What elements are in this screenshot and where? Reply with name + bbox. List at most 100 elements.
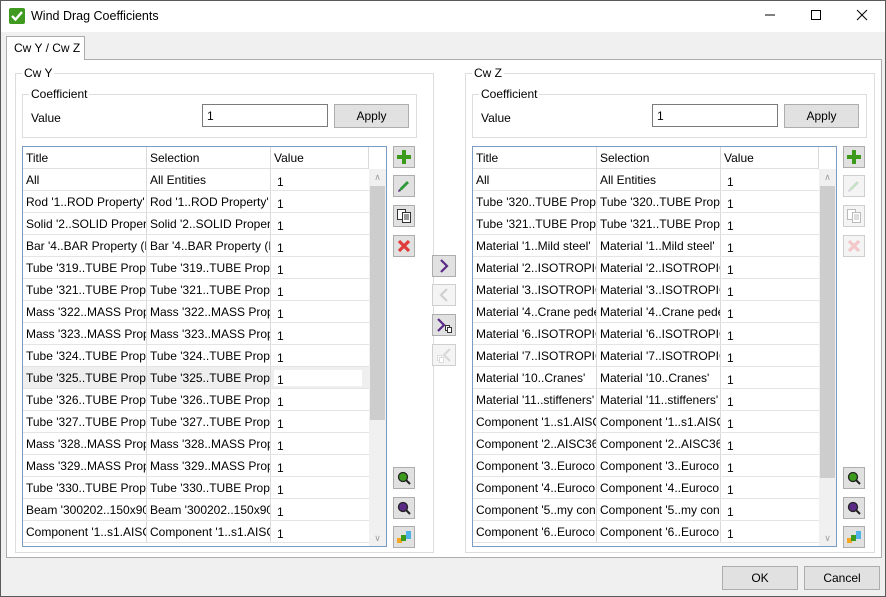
left-apply-button[interactable]: Apply [334,104,409,128]
table-row[interactable]: Rod '1..ROD Property' Rod '1..ROD Propert… [23,191,369,213]
cell-value[interactable]: 1 [721,345,819,366]
table-row[interactable]: Material '6..ISOTROPIC Material '6..ISOTR… [473,323,819,345]
cell-title[interactable]: Material '4..Crane pede [473,301,597,322]
column-header-selection[interactable]: Selection [597,147,721,169]
cell-value[interactable]: 1 [271,279,369,300]
cell-value[interactable]: 1 [721,301,819,322]
cell-value[interactable]: 1 [721,257,819,278]
cell-selection[interactable]: Material '1..Mild steel' [597,235,721,256]
cell-value[interactable]: 1 [271,477,369,498]
cell-value[interactable]: 1 [271,301,369,322]
cell-selection[interactable]: Material '6..ISOTROPIC [597,323,721,344]
table-row[interactable]: Tube '324..TUBE Prope Tube '324..TUBE Pro… [23,345,369,367]
chevron-up-icon[interactable]: ∧ [369,169,386,186]
table-row[interactable]: Mass '329..MASS Prope Mass '329..MASS Pro… [23,455,369,477]
cell-title[interactable]: Tube '330..TUBE Prope [23,477,147,498]
cell-selection[interactable]: Component '3..Euroco [597,455,721,476]
cell-title[interactable]: Rod '1..ROD Property' [23,191,147,212]
cell-title[interactable]: Mass '322..MASS Prope [23,301,147,322]
cell-selection[interactable]: Beam '300202..150x90 [147,499,271,520]
cell-title[interactable]: Tube '324..TUBE Prope [23,345,147,366]
table-row[interactable]: Material '10..Cranes' Material '10..Crane… [473,367,819,389]
minimize-button[interactable] [747,1,793,32]
cell-title[interactable]: Material '3..ISOTROPIC [473,279,597,300]
table-row[interactable]: Component '6..Euroco Component '6..Euroco… [473,521,819,543]
cell-value[interactable]: 1 [721,367,819,388]
right-apply-button[interactable]: Apply [784,104,859,128]
cell-value[interactable]: 1 [271,257,369,278]
table-row[interactable]: Tube '326..TUBE Prope Tube '326..TUBE Pro… [23,389,369,411]
table-row[interactable]: Material '1..Mild steel' Material '1..Mil… [473,235,819,257]
cancel-button[interactable]: Cancel [804,566,880,590]
add-button[interactable] [843,146,865,168]
cell-selection[interactable]: All Entities [597,169,721,190]
zoom-select-button[interactable] [393,467,415,489]
entities-button[interactable] [393,526,415,548]
cell-value[interactable]: 1 [271,521,369,542]
cell-selection[interactable]: Tube '319..TUBE Prope [147,257,271,278]
cell-value[interactable]: 1 [721,213,819,234]
cell-title[interactable]: Component '6..Euroco [473,521,597,542]
cell-selection[interactable]: Tube '330..TUBE Prope [147,477,271,498]
cell-title[interactable]: Mass '329..MASS Prope [23,455,147,476]
table-row[interactable]: Component '5..my con Component '5..my con… [473,499,819,521]
cell-selection[interactable]: Tube '325..TUBE Prope [147,367,271,388]
cell-title[interactable]: Material '1..Mild steel' [473,235,597,256]
cell-title[interactable]: Solid '2..SOLID Propert [23,213,147,234]
cell-title[interactable]: Beam '300202..150x90 [23,499,147,520]
cell-value[interactable]: 1 [271,235,369,256]
cell-selection[interactable]: Tube '324..TUBE Prope [147,345,271,366]
move-left-button[interactable] [432,284,456,306]
cell-selection[interactable]: Tube '326..TUBE Prope [147,389,271,410]
cell-title[interactable]: Mass '328..MASS Prope [23,433,147,454]
table-row[interactable]: All All Entities 1 [473,169,819,191]
delete-button[interactable] [843,235,865,257]
cell-title[interactable]: Tube '325..TUBE Prope [23,367,147,388]
table-row[interactable]: Tube '327..TUBE Prope Tube '327..TUBE Pro… [23,411,369,433]
column-header-title[interactable]: Title [473,147,597,169]
cell-title[interactable]: Mass '323..MASS Prope [23,323,147,344]
cell-selection[interactable]: Material '7..ISOTROPIC [597,345,721,366]
cell-selection[interactable]: Mass '323..MASS Prope [147,323,271,344]
table-row[interactable]: Tube '321..TUBE Prope Tube '321..TUBE Pro… [23,279,369,301]
cell-title[interactable]: Component '3..Euroco [473,455,597,476]
right-scroll-thumb[interactable] [820,186,835,478]
table-row[interactable]: Component '3..Euroco Component '3..Euroco… [473,455,819,477]
cell-selection[interactable]: Tube '321..TUBE Prope [147,279,271,300]
edit-button[interactable] [393,175,415,197]
cell-value[interactable]: 1 [721,499,819,520]
cell-selection[interactable]: Component '6..Euroco [597,521,721,542]
add-button[interactable] [393,146,415,168]
zoom-highlight-button[interactable] [843,497,865,519]
table-row[interactable]: Tube '330..TUBE Prope Tube '330..TUBE Pro… [23,477,369,499]
cell-title[interactable]: Component '1..s1.AISC [23,521,147,542]
cell-title[interactable]: Tube '321..TUBE Prope [23,279,147,300]
ok-button[interactable]: OK [722,566,798,590]
cell-selection[interactable]: Component '1..s1.AISC [147,521,271,542]
table-row[interactable]: Material '11..stiffeners' Material '11..s… [473,389,819,411]
cell-title[interactable]: Component '5..my con [473,499,597,520]
cell-selection[interactable]: Tube '327..TUBE Prope [147,411,271,432]
chevron-down-icon[interactable]: ∨ [819,530,836,546]
cell-title[interactable]: Tube '327..TUBE Prope [23,411,147,432]
cell-value[interactable]: 1 [721,191,819,212]
table-row[interactable]: Material '7..ISOTROPIC Material '7..ISOTR… [473,345,819,367]
column-header-value[interactable]: Value [271,147,369,169]
cell-title[interactable]: Component '4..Euroco [473,477,597,498]
cell-value[interactable]: 1 [721,411,819,432]
cell-title[interactable]: Tube '326..TUBE Prope [23,389,147,410]
tab-cwy-cwz[interactable]: Cw Y / Cw Z [6,36,85,60]
cell-value[interactable]: 1 [271,323,369,344]
copy-button[interactable] [843,205,865,227]
cell-selection[interactable]: Bar '4..BAR Property (R [147,235,271,256]
cell-title[interactable]: Material '2..ISOTROPIC [473,257,597,278]
table-row[interactable]: Component '2..AISC36 Component '2..AISC36… [473,433,819,455]
cell-value[interactable]: 1 [721,521,819,542]
cell-title[interactable]: Tube '320..TUBE Prope [473,191,597,212]
copy-right-button[interactable] [432,314,456,336]
cell-value[interactable]: 1 [271,411,369,432]
cell-title[interactable]: Component '2..AISC36 [473,433,597,454]
table-row[interactable]: Mass '322..MASS Prope Mass '322..MASS Pro… [23,301,369,323]
cell-selection[interactable]: Tube '321..TUBE Prope [597,213,721,234]
cell-selection[interactable]: Material '4..Crane pede [597,301,721,322]
